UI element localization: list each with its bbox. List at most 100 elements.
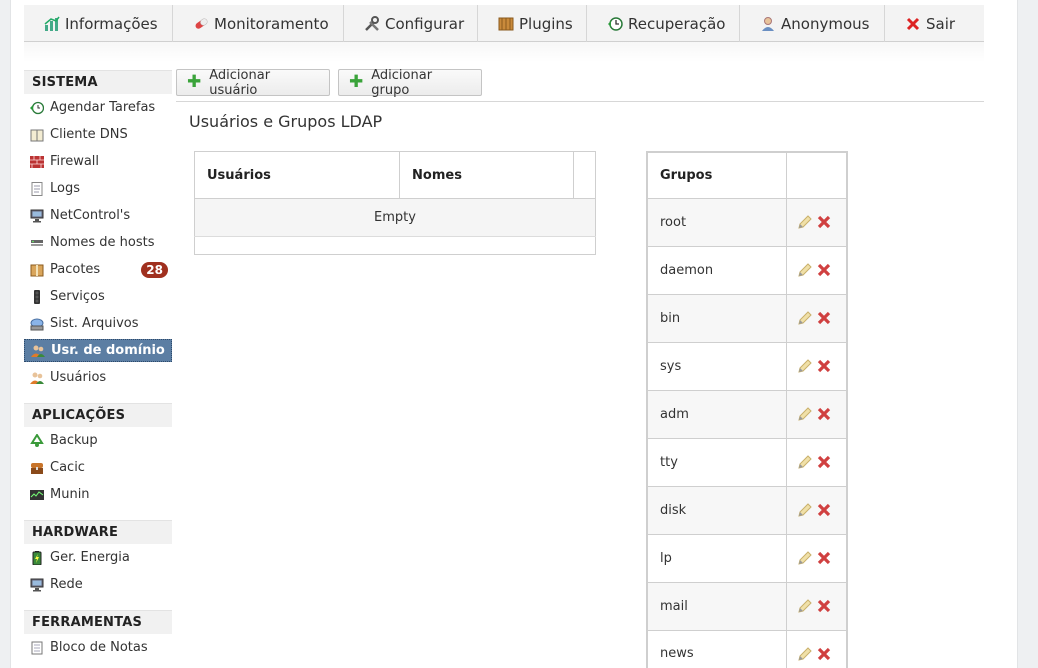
package-icon — [30, 263, 44, 277]
clock-icon — [30, 101, 45, 115]
users-table-header: Usuários Nomes — [194, 151, 596, 199]
column-header-nomes[interactable]: Nomes — [399, 151, 574, 199]
sidebar-item-nomes-de-hosts[interactable]: Nomes de hosts — [24, 229, 172, 256]
menu-informacoes[interactable]: Informações — [24, 5, 173, 42]
menu-monitoramento[interactable]: Monitoramento — [173, 5, 344, 42]
sidebar: SISTEMA Agendar Tarefas Cliente DNS Fire… — [24, 70, 172, 661]
edit-pencil-icon[interactable] — [797, 502, 813, 518]
sidebar-item-label: Usuários — [50, 370, 107, 385]
sidebar-item-label: Firewall — [50, 154, 100, 169]
group-name-cell: disk — [647, 486, 787, 535]
menu-anonymous[interactable]: Anonymous — [740, 5, 885, 42]
row-actions — [786, 246, 848, 295]
delete-x-icon[interactable] — [816, 502, 832, 518]
column-header-grupos[interactable]: Grupos — [647, 152, 787, 199]
sidebar-item-cacic[interactable]: Cacic — [24, 454, 172, 481]
sidebar-item-label: Ger. Energia — [50, 550, 130, 565]
menu-sair[interactable]: Sair — [885, 5, 984, 42]
sidebar-item-netcontrols[interactable]: NetControl's — [24, 202, 172, 229]
sidebar-item-bloco-de-notas[interactable]: Bloco de Notas — [24, 634, 172, 661]
table-row: mail — [647, 582, 848, 631]
group-name-cell: mail — [647, 582, 787, 631]
add-user-button[interactable]: ✚ Adicionar usuário — [176, 68, 330, 98]
table-row: disk — [647, 486, 848, 535]
row-actions — [786, 390, 848, 439]
edit-pencil-icon[interactable] — [797, 646, 813, 662]
updates-count-badge: 28 — [141, 261, 168, 278]
group-name-cell: lp — [647, 534, 787, 583]
sidebar-item-label: Usr. de domínio — [51, 343, 165, 358]
users-table: Usuários Nomes Empty — [194, 151, 596, 255]
sidebar-section-header: SISTEMA — [24, 70, 172, 94]
row-actions — [786, 534, 848, 583]
menu-label: Plugins — [519, 14, 573, 33]
brick-wall-icon — [30, 155, 44, 169]
sidebar-item-label: Serviços — [50, 289, 105, 304]
sidebar-item-pacotes[interactable]: Pacotes 28 — [24, 256, 172, 283]
delete-x-icon[interactable] — [816, 550, 832, 566]
tools-icon — [364, 15, 380, 32]
menu-recuperacao[interactable]: Recuperação — [587, 5, 740, 42]
menu-plugins[interactable]: Plugins — [478, 5, 587, 42]
sidebar-item-backup[interactable]: Backup — [24, 427, 172, 454]
sidebar-item-label: NetControl's — [50, 208, 131, 223]
sidebar-item-rede[interactable]: Rede — [24, 571, 172, 598]
edit-pencil-icon[interactable] — [797, 262, 813, 278]
sidebar-item-usr-de-dominio[interactable]: Usr. de domínio — [24, 339, 172, 362]
column-header-usuarios[interactable]: Usuários — [194, 151, 401, 199]
delete-x-icon[interactable] — [816, 358, 832, 374]
monitor-graph-icon — [30, 488, 44, 502]
delete-x-icon[interactable] — [816, 310, 832, 326]
menu-label: Recuperação — [628, 14, 726, 33]
sidebar-item-ger-energia[interactable]: Ger. Energia — [24, 544, 172, 571]
delete-x-icon[interactable] — [816, 454, 832, 470]
menu-shadow — [24, 42, 984, 62]
table-row: root — [647, 198, 848, 247]
row-actions — [786, 342, 848, 391]
delete-x-icon[interactable] — [816, 214, 832, 230]
sidebar-item-label: Rede — [50, 577, 83, 592]
edit-pencil-icon[interactable] — [797, 550, 813, 566]
plus-icon: ✚ — [349, 72, 364, 92]
sidebar-item-firewall[interactable]: Firewall — [24, 148, 172, 175]
menu-label: Sair — [926, 14, 956, 33]
delete-x-icon[interactable] — [816, 598, 832, 614]
menu-label: Informações — [65, 14, 158, 33]
add-group-button[interactable]: ✚ Adicionar grupo — [338, 68, 482, 98]
sidebar-section-header: HARDWARE — [24, 520, 172, 544]
sidebar-item-label: Cacic — [50, 460, 85, 475]
restore-clock-icon — [607, 16, 623, 32]
sidebar-item-cliente-dns[interactable]: Cliente DNS — [24, 121, 172, 148]
computer-icon — [30, 209, 44, 223]
edit-pencil-icon[interactable] — [797, 598, 813, 614]
sidebar-item-label: Logs — [50, 181, 80, 196]
empty-row: Empty — [194, 198, 596, 237]
delete-x-icon[interactable] — [816, 646, 832, 662]
sidebar-item-agendar-tarefas[interactable]: Agendar Tarefas — [24, 94, 172, 121]
edit-pencil-icon[interactable] — [797, 310, 813, 326]
menu-configurar[interactable]: Configurar — [344, 5, 478, 42]
delete-x-icon[interactable] — [816, 262, 832, 278]
empty-message: Empty — [194, 198, 596, 237]
table-row: adm — [647, 390, 848, 439]
group-name-cell: adm — [647, 390, 787, 439]
sidebar-item-sist-arquivos[interactable]: Sist. Arquivos — [24, 310, 172, 337]
group-name-cell: root — [647, 198, 787, 247]
edit-pencil-icon[interactable] — [797, 406, 813, 422]
groups-table-body: root daemon bin sys adm tty disk lp mail news — [647, 198, 848, 668]
edit-pencil-icon[interactable] — [797, 214, 813, 230]
edit-pencil-icon[interactable] — [797, 358, 813, 374]
groups-table: Grupos root daemon bin sys adm tty disk lp mail n… — [646, 151, 848, 668]
sidebar-item-logs[interactable]: Logs — [24, 175, 172, 202]
traffic-light-icon — [30, 289, 44, 304]
battery-icon — [30, 550, 44, 565]
sidebar-item-munin[interactable]: Munin — [24, 481, 172, 508]
sidebar-item-servicos[interactable]: Serviços — [24, 283, 172, 310]
pill-icon — [193, 16, 209, 32]
sidebar-item-usuarios[interactable]: Usuários — [24, 364, 172, 391]
top-menu: Informações Monitoramento Configurar Plu… — [24, 5, 984, 42]
delete-x-icon[interactable] — [816, 406, 832, 422]
network-icon — [30, 236, 44, 250]
edit-pencil-icon[interactable] — [797, 454, 813, 470]
recycle-icon — [30, 432, 44, 448]
